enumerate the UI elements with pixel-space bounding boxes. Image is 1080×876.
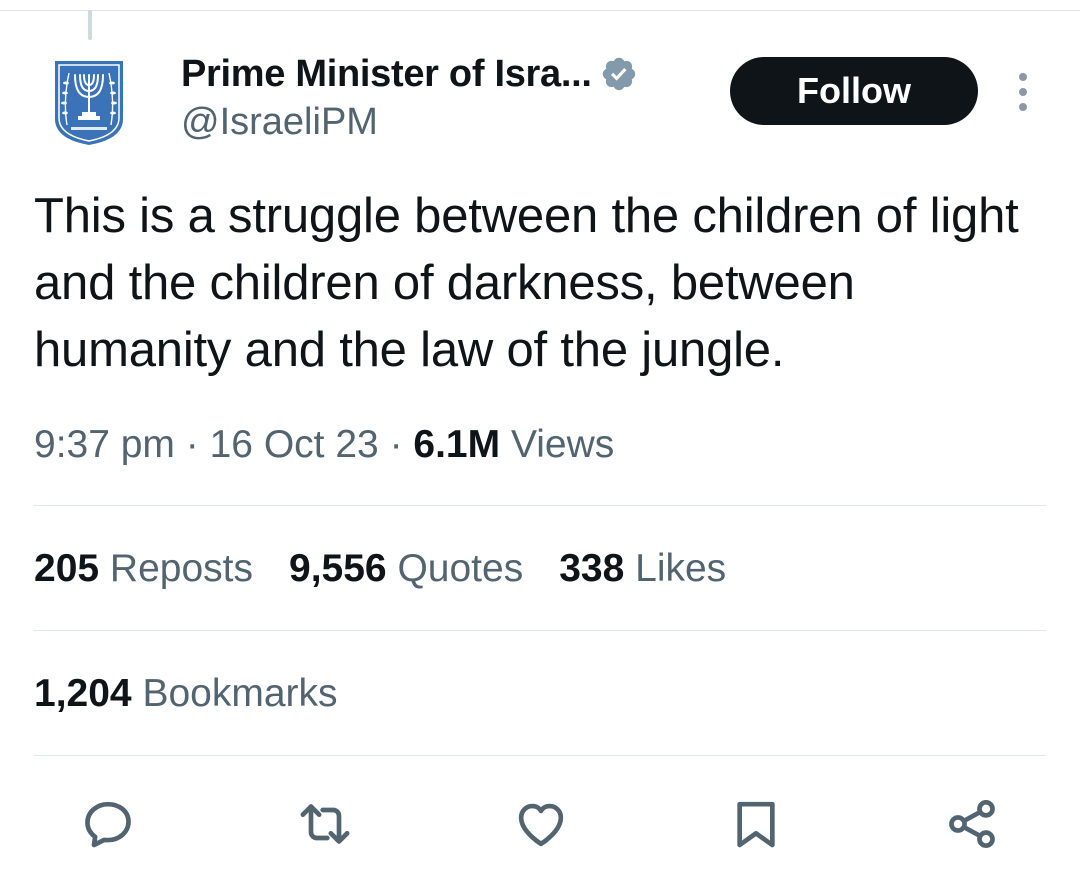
reposts-label: Reposts bbox=[109, 547, 253, 590]
share-button[interactable] bbox=[944, 796, 1000, 852]
tweet-date[interactable]: 16 Oct 23 bbox=[210, 423, 379, 466]
tweet-time[interactable]: 9:37 pm bbox=[34, 423, 175, 466]
bookmarks-stat[interactable]: 1,204 Bookmarks bbox=[34, 672, 338, 716]
reply-icon bbox=[85, 801, 131, 848]
quotes-label: Quotes bbox=[397, 547, 524, 590]
divider bbox=[34, 630, 1046, 631]
engagement-stats: 205 Reposts 9,556 Quotes 338 Likes bbox=[34, 547, 762, 591]
reply-button[interactable] bbox=[80, 796, 136, 852]
quotes-stat[interactable]: 9,556 Quotes bbox=[289, 547, 523, 591]
reposts-stat[interactable]: 205 Reposts bbox=[34, 547, 253, 591]
views-count: 6.1M bbox=[413, 423, 501, 466]
likes-label: Likes bbox=[635, 547, 727, 590]
meta-separator: · bbox=[389, 423, 403, 466]
like-icon bbox=[518, 803, 564, 847]
likes-count: 338 bbox=[559, 547, 625, 590]
author-display-name[interactable]: Prime Minister of Isra... bbox=[181, 53, 592, 96]
share-icon bbox=[949, 799, 995, 849]
bookmarks-label: Bookmarks bbox=[142, 672, 338, 715]
top-divider bbox=[0, 10, 1080, 11]
thread-connector-line bbox=[88, 10, 92, 40]
bookmarks-count: 1,204 bbox=[34, 672, 132, 715]
like-button[interactable] bbox=[513, 796, 569, 852]
state-emblem-menorah-icon bbox=[55, 61, 123, 145]
divider bbox=[34, 505, 1046, 506]
quotes-count: 9,556 bbox=[289, 547, 387, 590]
author-avatar[interactable] bbox=[53, 57, 125, 147]
meta-separator: · bbox=[185, 423, 199, 466]
views-label: Views bbox=[510, 423, 615, 466]
divider bbox=[34, 755, 1046, 756]
verified-badge-icon[interactable] bbox=[600, 55, 638, 93]
likes-stat[interactable]: 338 Likes bbox=[559, 547, 726, 591]
repost-button[interactable] bbox=[297, 796, 353, 852]
bookmark-icon bbox=[737, 801, 775, 848]
tweet-text: This is a struggle between the children … bbox=[34, 189, 1019, 377]
reposts-count: 205 bbox=[34, 547, 100, 590]
bookmark-button[interactable] bbox=[728, 796, 784, 852]
follow-button[interactable]: Follow bbox=[730, 57, 978, 125]
author-name-row[interactable]: Prime Minister of Isra... bbox=[181, 52, 638, 96]
more-vertical-icon[interactable] bbox=[1011, 72, 1035, 112]
tweet-meta: 9:37 pm · 16 Oct 23 · 6.1M Views bbox=[34, 423, 614, 467]
repost-icon bbox=[300, 804, 350, 844]
author-handle[interactable]: @IsraeliPM bbox=[181, 101, 378, 144]
